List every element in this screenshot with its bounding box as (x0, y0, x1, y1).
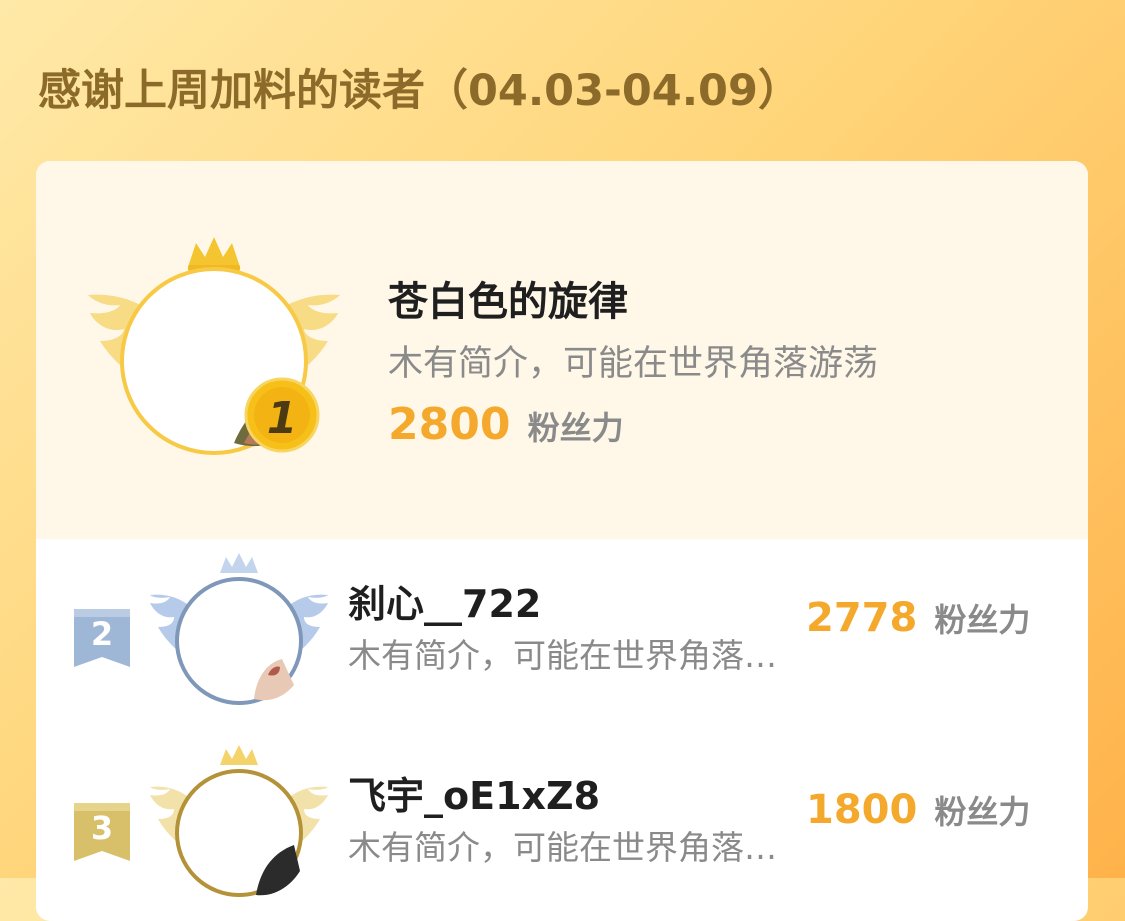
reader-name[interactable]: 苍白色的旋律 (388, 269, 628, 327)
reader-list-item[interactable]: 2 刹心__722 木有简介，可能在世界角落游荡 2778 粉丝力 (36, 539, 1088, 739)
crown-icon (188, 237, 240, 271)
reader-bio: 木有简介，可能在世界角落游荡 (388, 344, 879, 384)
rank-3-number: 3 (90, 809, 114, 847)
rank-2-badge: 2 (74, 609, 130, 667)
gold-avatar-frame[interactable]: 1 (84, 229, 344, 469)
fan-power-unit: 粉丝力 (934, 793, 1031, 831)
fan-power-unit: 粉丝力 (527, 409, 624, 447)
reader-bio: 木有简介，可能在世界角落游荡 (348, 636, 778, 675)
fan-power-score: 2800 粉丝力 (388, 399, 624, 450)
reader-name[interactable]: 刹心__722 (348, 573, 541, 628)
top-reader-entry[interactable]: 1 苍白色的旋律 木有简介，可能在世界角落游荡 2800 粉丝力 (36, 161, 1088, 539)
fan-power-value: 2778 (806, 595, 918, 641)
fan-power-unit: 粉丝力 (934, 601, 1031, 639)
crown-icon (220, 745, 258, 765)
fan-power-value: 2800 (388, 399, 511, 450)
rank-1-medal-icon: 1 (244, 377, 320, 453)
fan-power-score: 1800 粉丝力 (806, 787, 1030, 833)
fan-power-score: 2778 粉丝力 (806, 595, 1030, 641)
rank-1-number: 1 (267, 393, 298, 444)
reader-bio: 木有简介，可能在世界角落游荡 (348, 828, 778, 867)
leaderboard-card: 1 苍白色的旋律 木有简介，可能在世界角落游荡 2800 粉丝力 2 刹心__7… (36, 161, 1088, 921)
page-title: 感谢上周加料的读者（04.03-04.09） (38, 66, 801, 116)
bronze-avatar-frame[interactable] (144, 745, 334, 905)
fan-power-value: 1800 (806, 787, 918, 833)
crown-icon (220, 553, 258, 573)
rank-2-number: 2 (90, 615, 114, 653)
rank-3-badge: 3 (74, 803, 130, 861)
reader-name[interactable]: 飞宇_oE1xZ8 (348, 765, 600, 820)
reader-list-item[interactable]: 3 飞宇_oE1xZ8 木有简介，可能在世界角落游荡 1800 粉丝力 (36, 731, 1088, 921)
silver-avatar-frame[interactable] (144, 553, 334, 713)
